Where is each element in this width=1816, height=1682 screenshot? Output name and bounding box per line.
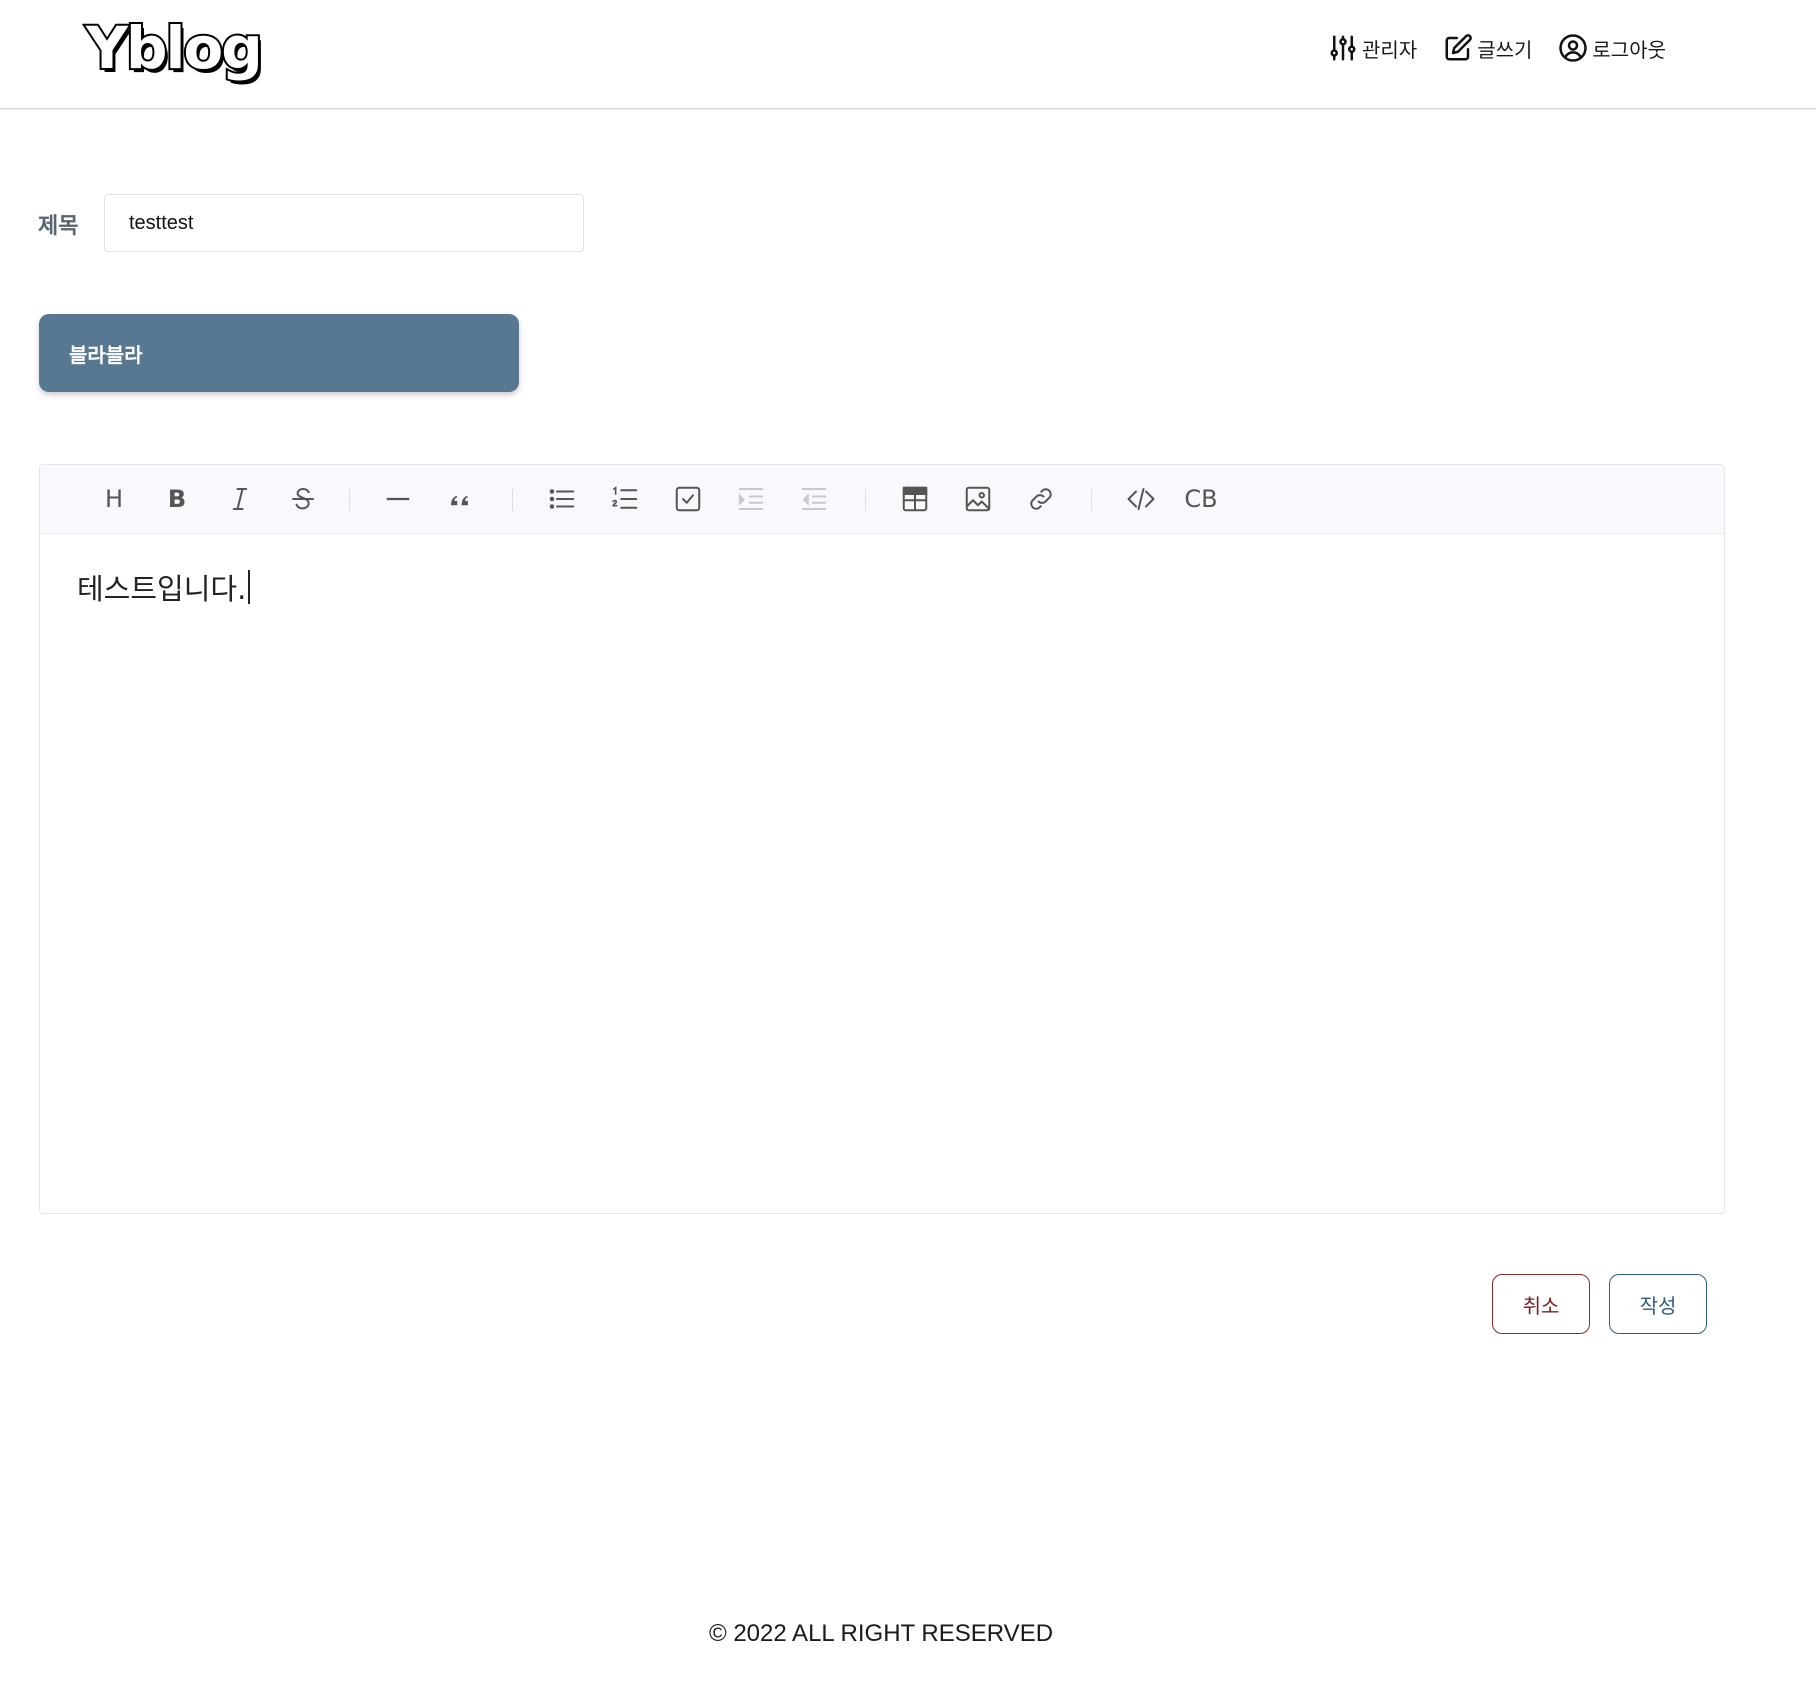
- indent-icon: [738, 488, 764, 510]
- outdent-icon: [801, 488, 827, 510]
- checkbox-icon: [675, 486, 701, 512]
- cancel-button[interactable]: 취소: [1492, 1274, 1590, 1334]
- quote-icon: [451, 495, 468, 506]
- submit-button[interactable]: 작성: [1609, 1274, 1707, 1334]
- strikethrough-icon: [292, 487, 314, 510]
- image-button[interactable]: [958, 479, 998, 519]
- nav-write[interactable]: 글쓰기: [1443, 30, 1532, 66]
- nav-logout-label: 로그아웃: [1592, 37, 1666, 62]
- markdown-editor: H B CB 테스트입니다.: [39, 464, 1725, 1214]
- code-button[interactable]: [1121, 479, 1161, 519]
- site-logo[interactable]: Yblog: [84, 6, 265, 90]
- heading-icon: H: [104, 485, 124, 513]
- table-icon: [902, 486, 928, 512]
- editor-content[interactable]: 테스트입니다.: [40, 534, 1724, 640]
- nav-logout[interactable]: 로그아웃: [1558, 30, 1666, 66]
- bullet-list-icon: [549, 489, 575, 509]
- nav-admin-label: 관리자: [1361, 37, 1418, 62]
- indent-button[interactable]: [731, 479, 771, 519]
- table-button[interactable]: [895, 479, 935, 519]
- text-caret: [248, 570, 251, 604]
- site-footer: © 2022 ALL RIGHT RESERVED: [708, 1620, 1054, 1647]
- task-list-button[interactable]: [668, 479, 708, 519]
- editor-text: 테스트입니다.: [77, 572, 247, 606]
- codeblock-button[interactable]: CB: [1181, 479, 1221, 519]
- toolbar-divider: [512, 489, 513, 511]
- title-label: 제목: [38, 214, 79, 239]
- user-circle-icon: [1559, 34, 1588, 62]
- bold-button[interactable]: B: [157, 479, 197, 519]
- toolbar-divider: [1091, 489, 1092, 511]
- bullet-list-button[interactable]: [542, 479, 582, 519]
- link-icon: [1030, 488, 1052, 510]
- codeblock-icon: CB: [1184, 485, 1218, 513]
- title-input[interactable]: [104, 194, 584, 252]
- ordered-list-button[interactable]: [605, 479, 645, 519]
- code-icon: [1127, 488, 1155, 510]
- italic-button[interactable]: [220, 479, 260, 519]
- edit-icon: [1445, 34, 1473, 61]
- category-selected-label: 블라블라: [69, 342, 143, 367]
- strike-button[interactable]: [283, 479, 323, 519]
- outdent-button[interactable]: [794, 479, 834, 519]
- category-select[interactable]: 블라블라: [39, 314, 519, 392]
- toolbar-divider: [349, 489, 350, 511]
- site-header: Yblog 관리자 글쓰기 로그아웃: [0, 0, 1816, 109]
- hr-button[interactable]: [378, 479, 418, 519]
- image-icon: [965, 486, 991, 512]
- editor-toolbar: H B CB: [40, 465, 1724, 534]
- ordered-list-icon: [612, 486, 638, 509]
- nav-write-label: 글쓰기: [1477, 37, 1533, 62]
- bold-icon: B: [167, 485, 187, 513]
- heading-button[interactable]: H: [94, 479, 134, 519]
- link-button[interactable]: [1021, 479, 1061, 519]
- nav-admin[interactable]: 관리자: [1328, 30, 1417, 66]
- toolbar-divider: [865, 489, 866, 511]
- italic-icon: [232, 488, 248, 510]
- quote-button[interactable]: [441, 479, 481, 519]
- top-nav: 관리자 글쓰기 로그아웃: [1328, 30, 1666, 66]
- sliders-icon: [1330, 35, 1356, 61]
- horizontal-rule-icon: [386, 497, 410, 501]
